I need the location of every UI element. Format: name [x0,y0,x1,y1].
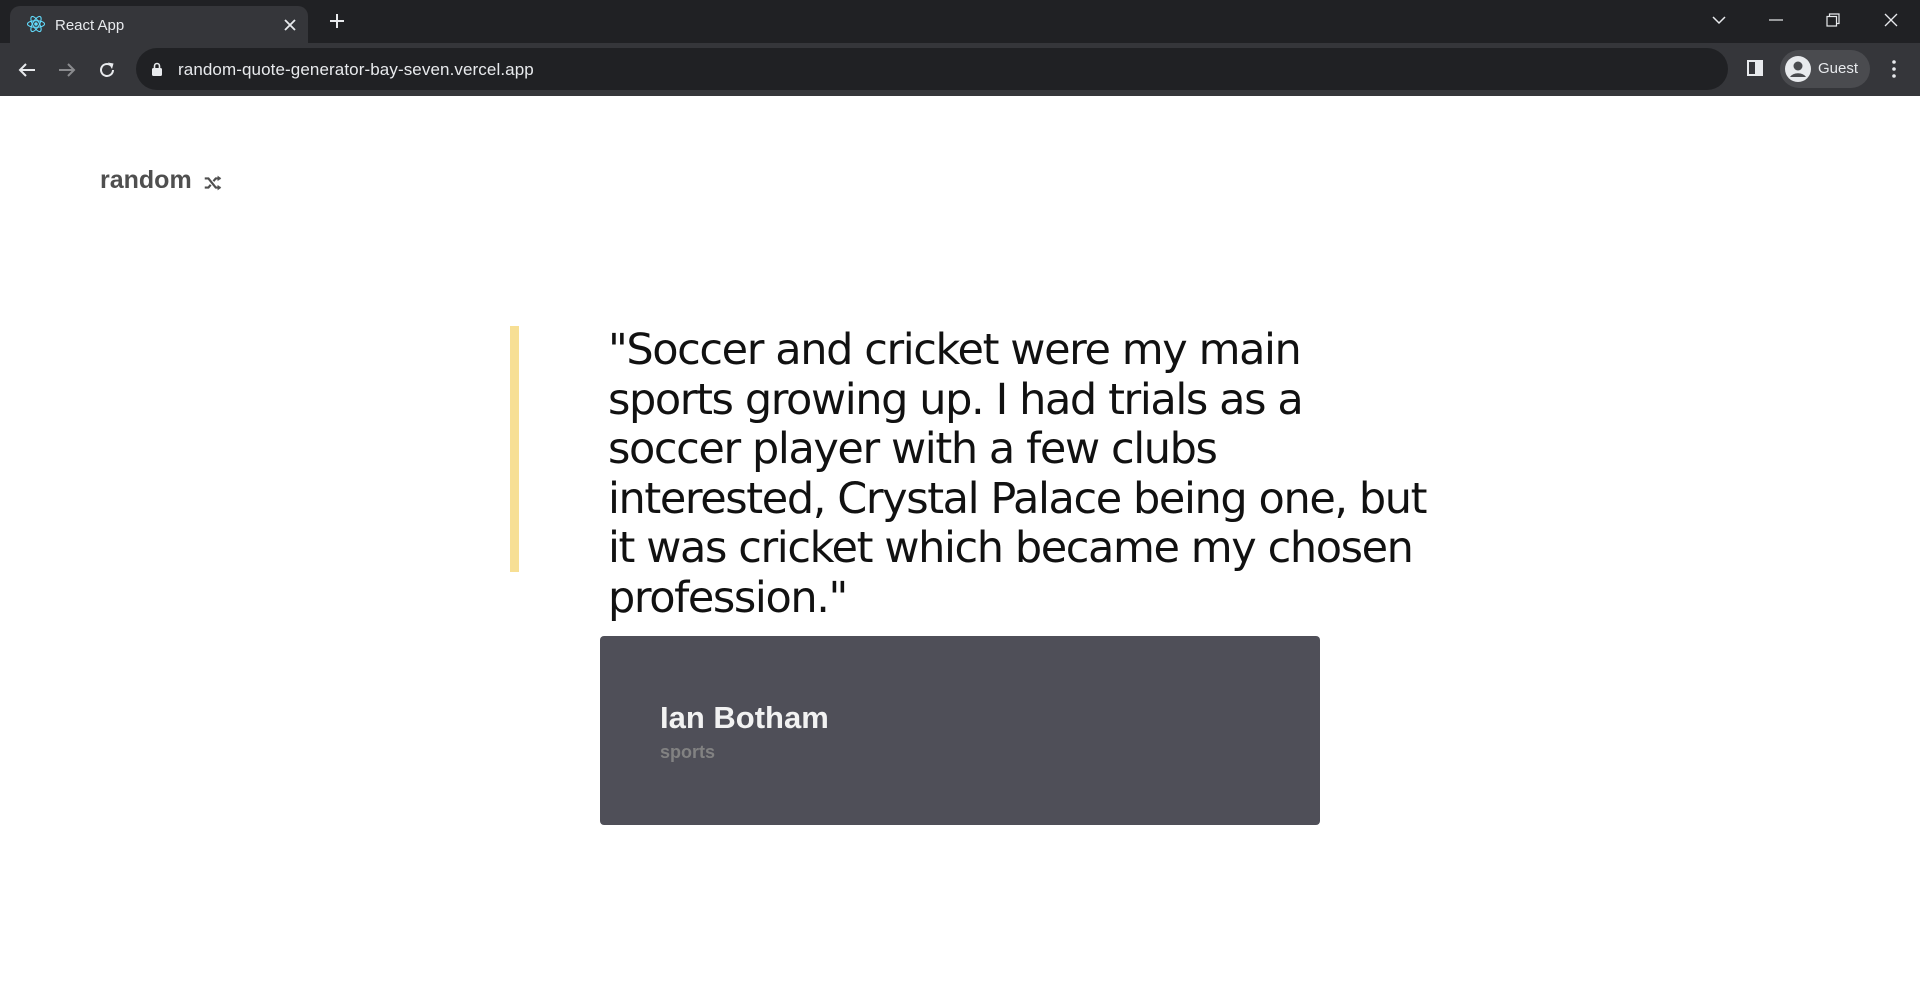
tab-search-chevron-icon[interactable] [1704,8,1734,32]
close-window-icon[interactable] [1876,8,1906,32]
avatar-icon [1785,56,1811,82]
new-tab-icon[interactable] [326,10,348,32]
reload-icon[interactable] [93,56,121,84]
author-genre: sports [660,742,716,762]
random-button-label: random [100,166,192,194]
browser-tab-active[interactable]: React App [10,6,308,43]
side-panel-icon[interactable] [1743,56,1767,80]
page-content: random "Soccer and cricket were my main … [0,96,1920,998]
quote-block: "Soccer and cricket were my main sports … [510,325,1428,622]
address-bar[interactable]: random-quote-generator-bay-seven.vercel.… [136,48,1728,90]
browser-toolbar: random-quote-generator-bay-seven.vercel.… [0,43,1920,96]
kebab-menu-icon[interactable] [1882,56,1906,82]
quote-accent-bar [510,326,519,572]
profile-button[interactable]: Guest [1780,50,1870,88]
lock-icon [152,62,162,76]
restore-icon[interactable] [1818,8,1848,32]
browser-chrome: React App random-quote-generator-bay-sev… [0,0,1920,96]
url-text: random-quote-generator-bay-seven.vercel.… [178,60,534,79]
profile-label: Guest [1818,60,1859,77]
author-name: Ian Botham [660,700,829,735]
author-card[interactable]: Ian Botham sports [600,636,1320,825]
tab-strip: React App [0,0,1920,43]
react-logo-icon [26,15,46,33]
back-arrow-icon[interactable] [13,56,41,84]
random-button[interactable]: random [100,166,224,195]
quote-text: "Soccer and cricket were my main sports … [608,325,1428,623]
minimize-icon[interactable] [1761,8,1791,32]
forward-arrow-icon[interactable] [53,56,81,84]
shuffle-icon [204,175,221,190]
close-tab-icon[interactable] [280,15,300,35]
tab-title: React App [55,17,125,34]
